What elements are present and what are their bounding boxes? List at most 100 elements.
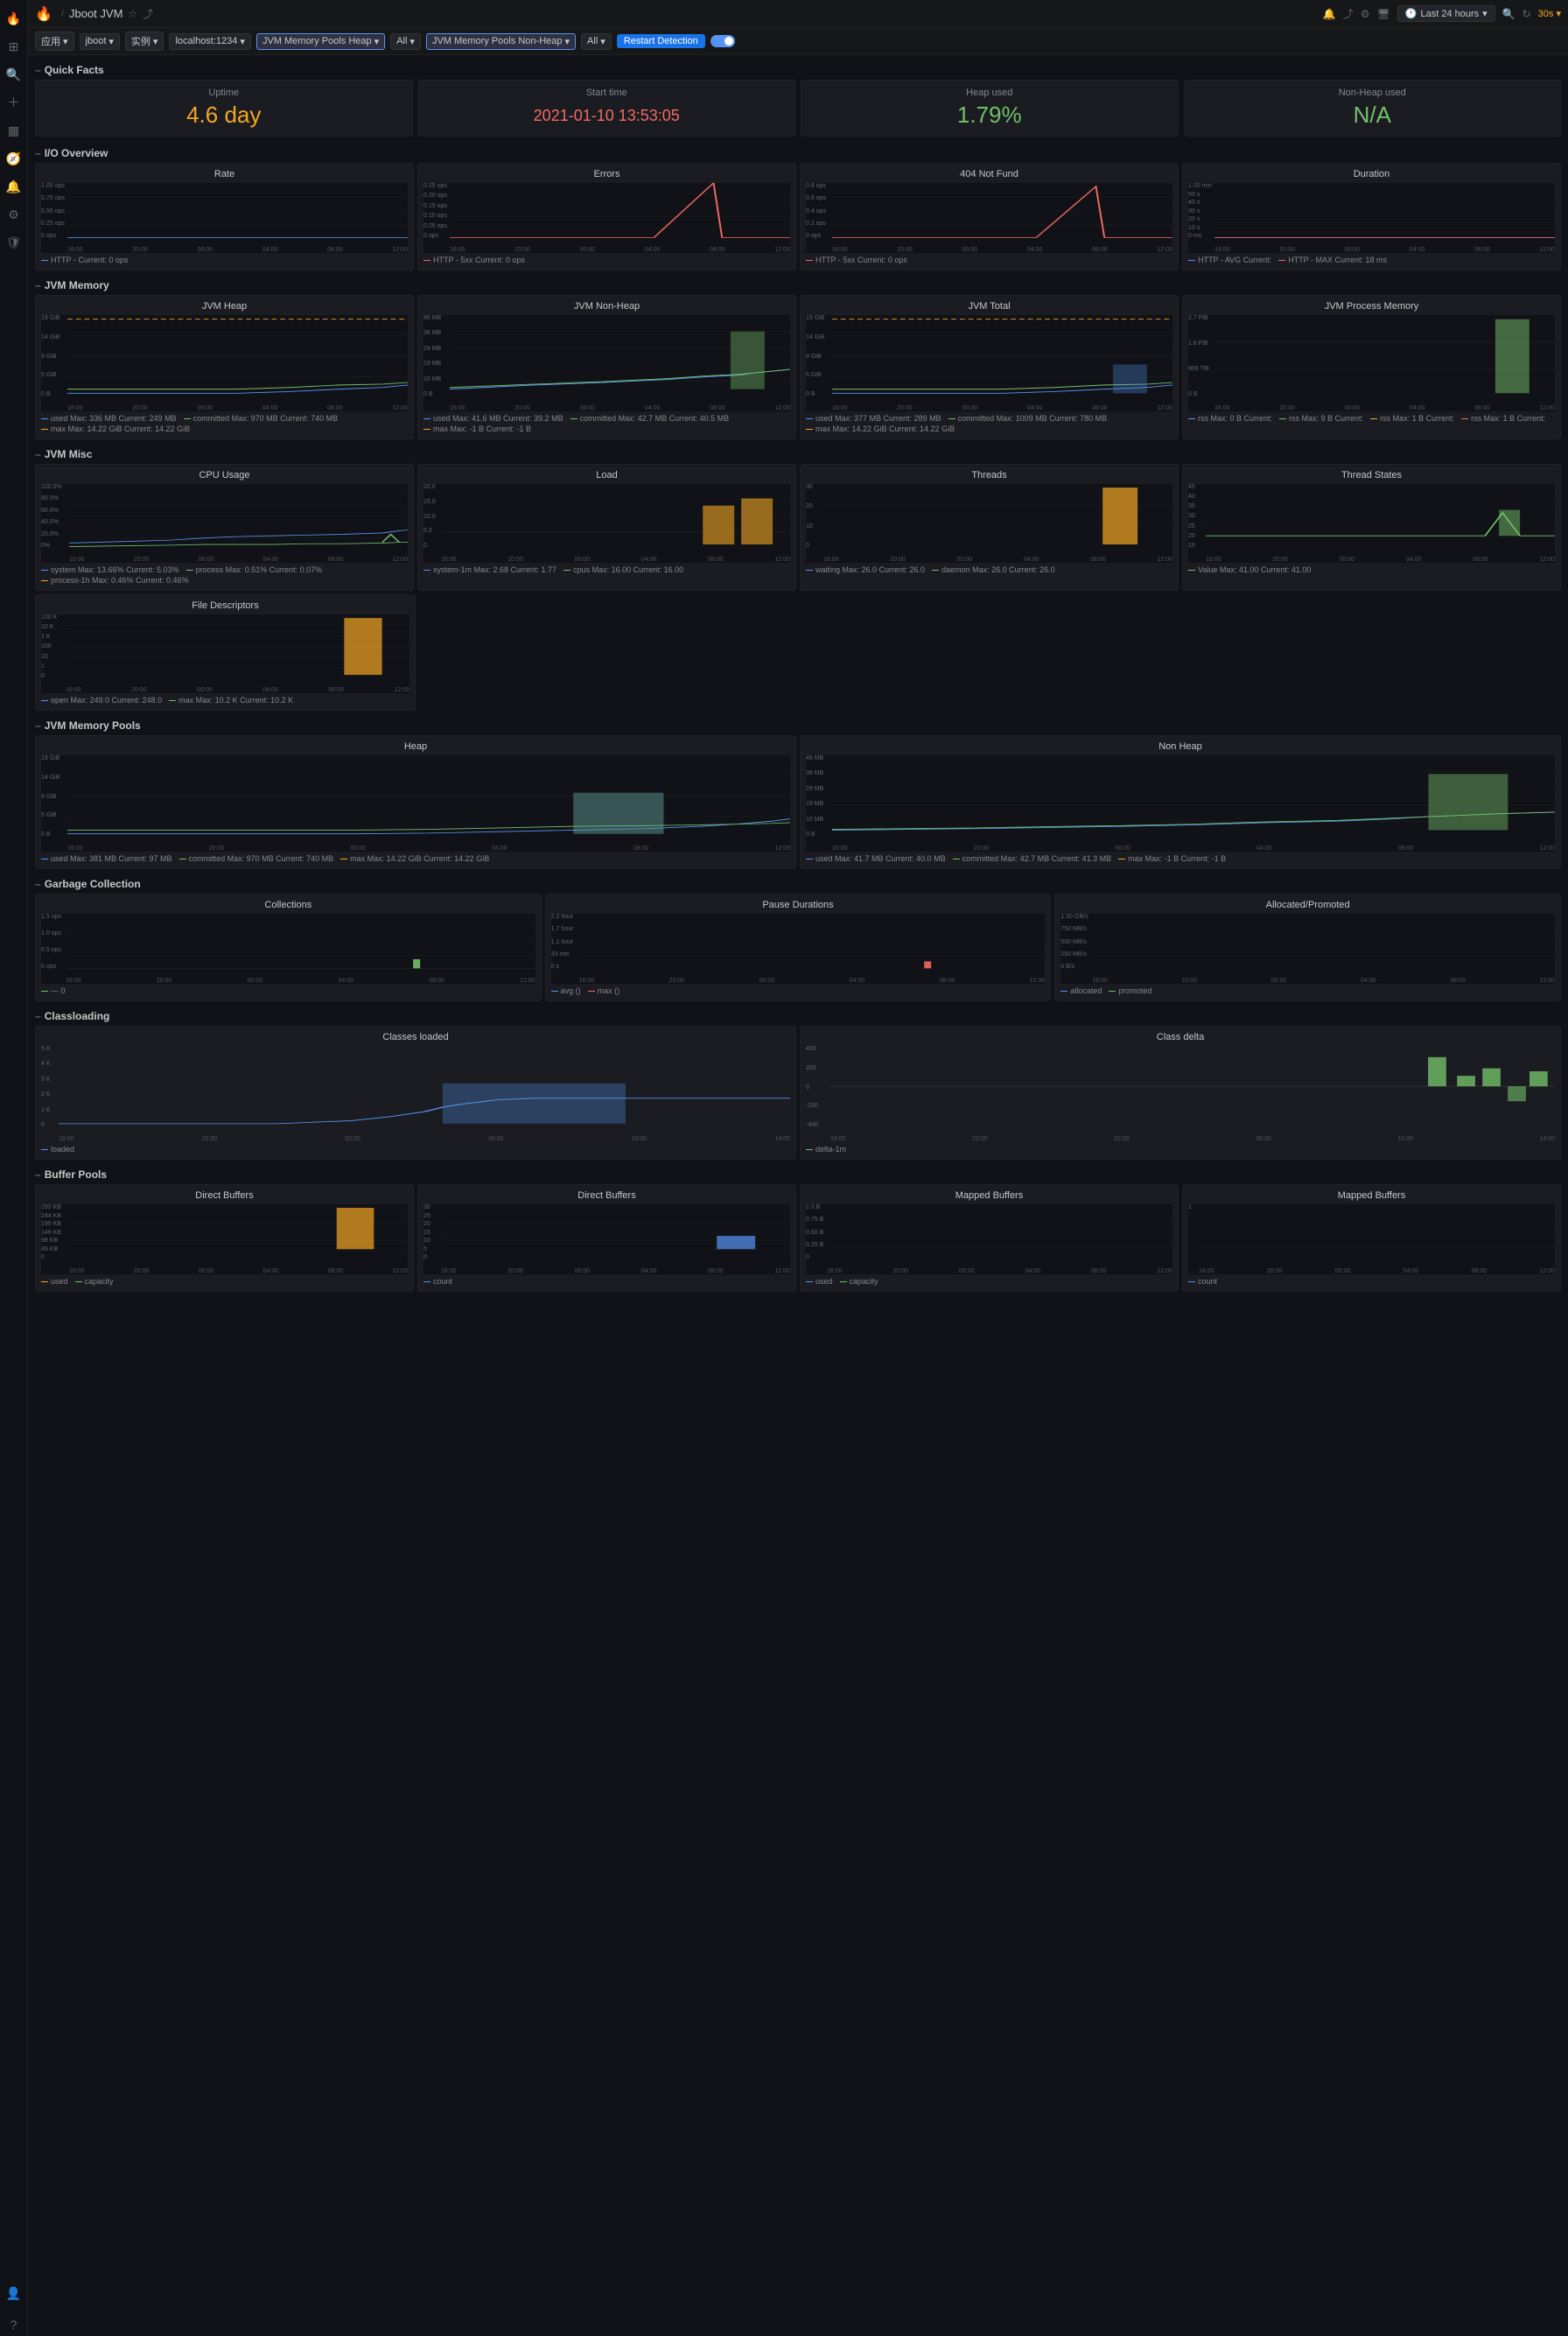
main-content: 🔥 / Jboot JVM ☆ ⤴ 🔔 ⤴ ⚙ 🖥 🕐 Last 24 hour… [28,0,1568,2336]
load-chart: 20.015.010.05.00 16:0020:0000:0004:0008:… [424,484,790,563]
env-filter[interactable]: 应用 ▾ [35,32,74,51]
classes-loaded-panel: Classes loaded 5 K4 K3 K2 K1 K0 18 [35,1026,796,1160]
chevron-down-icon: ▾ [1482,8,1488,19]
thread-states-panel: Thread States 45403530252015 16:00 [1182,464,1561,591]
star-icon[interactable]: ☆ [128,8,137,20]
threads-chart: 3020100 16:0020:0000:0004:0008:0012:00 [806,484,1172,563]
restart-toggle[interactable] [710,35,735,47]
clock-icon: 🕐 [1405,8,1418,19]
nonheap-label: Non-Heap used [1195,88,1550,98]
time-range-button[interactable]: 🕐 Last 24 hours ▾ [1397,5,1495,22]
share2-icon[interactable]: ⤴ [1343,6,1354,21]
cpu-legend: system Max: 13.66% Current: 5.03% proces… [41,565,408,585]
dashboard: Quick Facts Uptime 4.6 day Start time 20… [28,55,1568,2336]
heap-value: 1.79% [812,102,1167,129]
app-filter[interactable]: jboot ▾ [80,33,120,50]
io-errors-title: Errors [424,169,790,179]
sidebar-explore[interactable]: 🧭 [3,147,25,170]
file-desc-legend: open Max: 249.0 Current: 248.0 max Max: … [41,696,410,705]
load-title: Load [424,470,790,481]
class-delta-title: Class delta [806,1032,1555,1042]
io-overview-header: I/O Overview [35,142,1561,163]
io-errors-legend: HTTP - 5xx Current: 0 ops [424,256,790,264]
sidebar-add[interactable]: ＋ [3,91,25,114]
breadcrumb-title: Jboot JVM [69,7,122,20]
mapped-buf2-title: Mapped Buffers [1188,1190,1555,1201]
sidebar-shield[interactable]: 🛡 [3,231,25,254]
gc-allocated-panel: Allocated/Promoted 1.00 GB/s750 MB/s500 … [1054,894,1561,1001]
chevron-inst-icon: ▾ [153,36,158,47]
quick-facts-grid: Uptime 4.6 day Start time 2021-01-10 13:… [35,80,1561,137]
pools-heap-panel: Heap 19 GiB14 GiB9 GiB5 GiB0 B [35,735,796,869]
sidebar-help[interactable]: ? [3,2313,25,2336]
jvm-nonheap-chart: 48 MB38 MB29 MB19 MB10 MB0 B 16:0020:000… [424,315,790,411]
sidebar-search[interactable]: 🔍 [3,63,25,86]
thread-states-legend: Value Max: 41.00 Current: 41.00 [1188,565,1555,574]
host-filter[interactable]: localhost:1234 ▾ [169,33,250,50]
chevron-all1-icon: ▾ [410,36,415,47]
gc-collections-panel: Collections 1.5 ops1.0 ops0.5 ops0 ops [35,894,542,1001]
sidebar-config[interactable]: ⚙ [3,203,25,226]
jvm-total-legend: used Max: 377 MB Current: 289 MB committ… [806,414,1172,433]
memory-nonheap-filter[interactable]: JVM Memory Pools Non-Heap ▾ [426,33,576,50]
classes-loaded-title: Classes loaded [41,1032,790,1042]
nonheap-value: N/A [1195,102,1550,129]
refresh-interval: 30s ▾ [1538,8,1561,19]
pools-nonheap-title: Non Heap [806,741,1555,752]
thread-states-title: Thread States [1188,470,1555,481]
memory-nonheap-label: JVM Memory Pools Non-Heap [432,36,563,46]
restart-detection-button[interactable]: Restart Detection [617,34,705,48]
jvm-heap-chart: 19 GiB14 GiB9 GiB5 GiB0 B 16:0020:0000:0… [41,315,408,411]
pools-nonheap-panel: Non Heap 48 MB38 MB29 MB19 MB10 MB0 B [800,735,1561,869]
share-icon[interactable]: ⤴ [143,6,153,21]
direct-buf1-legend: used capacity [41,1277,408,1286]
chevron-env-icon: ▾ [63,36,68,47]
all1-filter[interactable]: All ▾ [390,33,421,50]
refresh-icon[interactable]: ↻ [1522,8,1531,20]
search-top-icon[interactable]: 🔍 [1502,8,1516,20]
jvm-nonheap-panel: JVM Non-Heap 48 MB38 MB29 MB19 MB10 MB0 … [417,295,796,439]
gc-collections-legend: — 0 [41,986,536,995]
breadcrumb-separator: / [61,9,64,19]
sidebar-home[interactable]: ⊞ [3,35,25,58]
io-404-legend: HTTP - 5xx Current: 0 ops [806,256,1172,264]
instance-filter[interactable]: 实例 ▾ [125,32,164,51]
memory-heap-label: JVM Memory Pools Heap [262,36,372,46]
file-desc-title: File Descriptors [41,600,410,611]
misc-empty-space [419,594,1561,711]
sidebar-user-avatar[interactable]: 👤 [3,2282,25,2304]
cpu-title: CPU Usage [41,470,408,481]
direct-buf2-chart: 302520151050 16:0020:0000:0004:0008:0012… [424,1204,790,1274]
io-rate-chart: 1.00 ops0.75 ops0.50 ops0.25 ops0 ops 16… [41,183,408,253]
pools-nonheap-chart: 48 MB38 MB29 MB19 MB10 MB0 B 16:0020:000… [806,755,1555,852]
mapped-buf1-panel: Mapped Buffers 1.0 B0.75 B0.50 B0.25 B0 … [800,1184,1179,1292]
gc-collections-chart: 1.5 ops1.0 ops0.5 ops0 ops 16:0020:0000:… [41,914,536,984]
settings-icon[interactable]: ⚙ [1361,8,1370,20]
memory-heap-filter[interactable]: JVM Memory Pools Heap ▾ [256,33,385,50]
bell-icon[interactable]: 🔔 [1323,8,1336,20]
monitor-icon[interactable]: 🖥 [1377,8,1390,20]
time-range-label: Last 24 hours [1420,9,1479,19]
heap-card: Heap used 1.79% [801,80,1179,137]
jvm-memory-header: JVM Memory [35,274,1561,295]
io-duration-chart: 1.00 min50 s40 s30 s20 s10 s0 ms 16:0020… [1188,183,1555,253]
direct-buf2-legend: count [424,1277,790,1286]
chevron-all2-icon: ▾ [600,36,606,47]
chevron-app-icon: ▾ [108,36,114,47]
class-delta-panel: Class delta 4002000-200-400 [800,1026,1561,1160]
gc-header: Garbage Collection [35,873,1561,894]
load-panel: Load 20.015.010.05.00 16:0020:0000 [417,464,796,591]
jvm-heap-title: JVM Heap [41,301,408,312]
sidebar-dashboards[interactable]: ▦ [3,119,25,142]
uptime-card: Uptime 4.6 day [35,80,413,137]
classloading-grid: Classes loaded 5 K4 K3 K2 K1 K0 18 [35,1026,1561,1160]
all2-filter[interactable]: All ▾ [581,33,612,50]
starttime-label: Start time [430,88,785,98]
grafana-logo-icon: 🔥 [35,5,52,23]
mapped-buf2-chart: 1 16:0020:0000:0004:0008:0012:00 [1188,1204,1555,1274]
jvm-pools-grid: Heap 19 GiB14 GiB9 GiB5 GiB0 B [35,735,1561,869]
top-bar: 🔥 / Jboot JVM ☆ ⤴ 🔔 ⤴ ⚙ 🖥 🕐 Last 24 hour… [28,0,1568,28]
sidebar-alerts[interactable]: 🔔 [3,175,25,198]
io-404-panel: 404 Not Fund 0.8 ops0.6 ops0.4 ops0.2 op… [800,163,1179,270]
buffer-pools-grid: Direct Buffers 293 KB244 KB195 KB146 KB9… [35,1184,1561,1292]
